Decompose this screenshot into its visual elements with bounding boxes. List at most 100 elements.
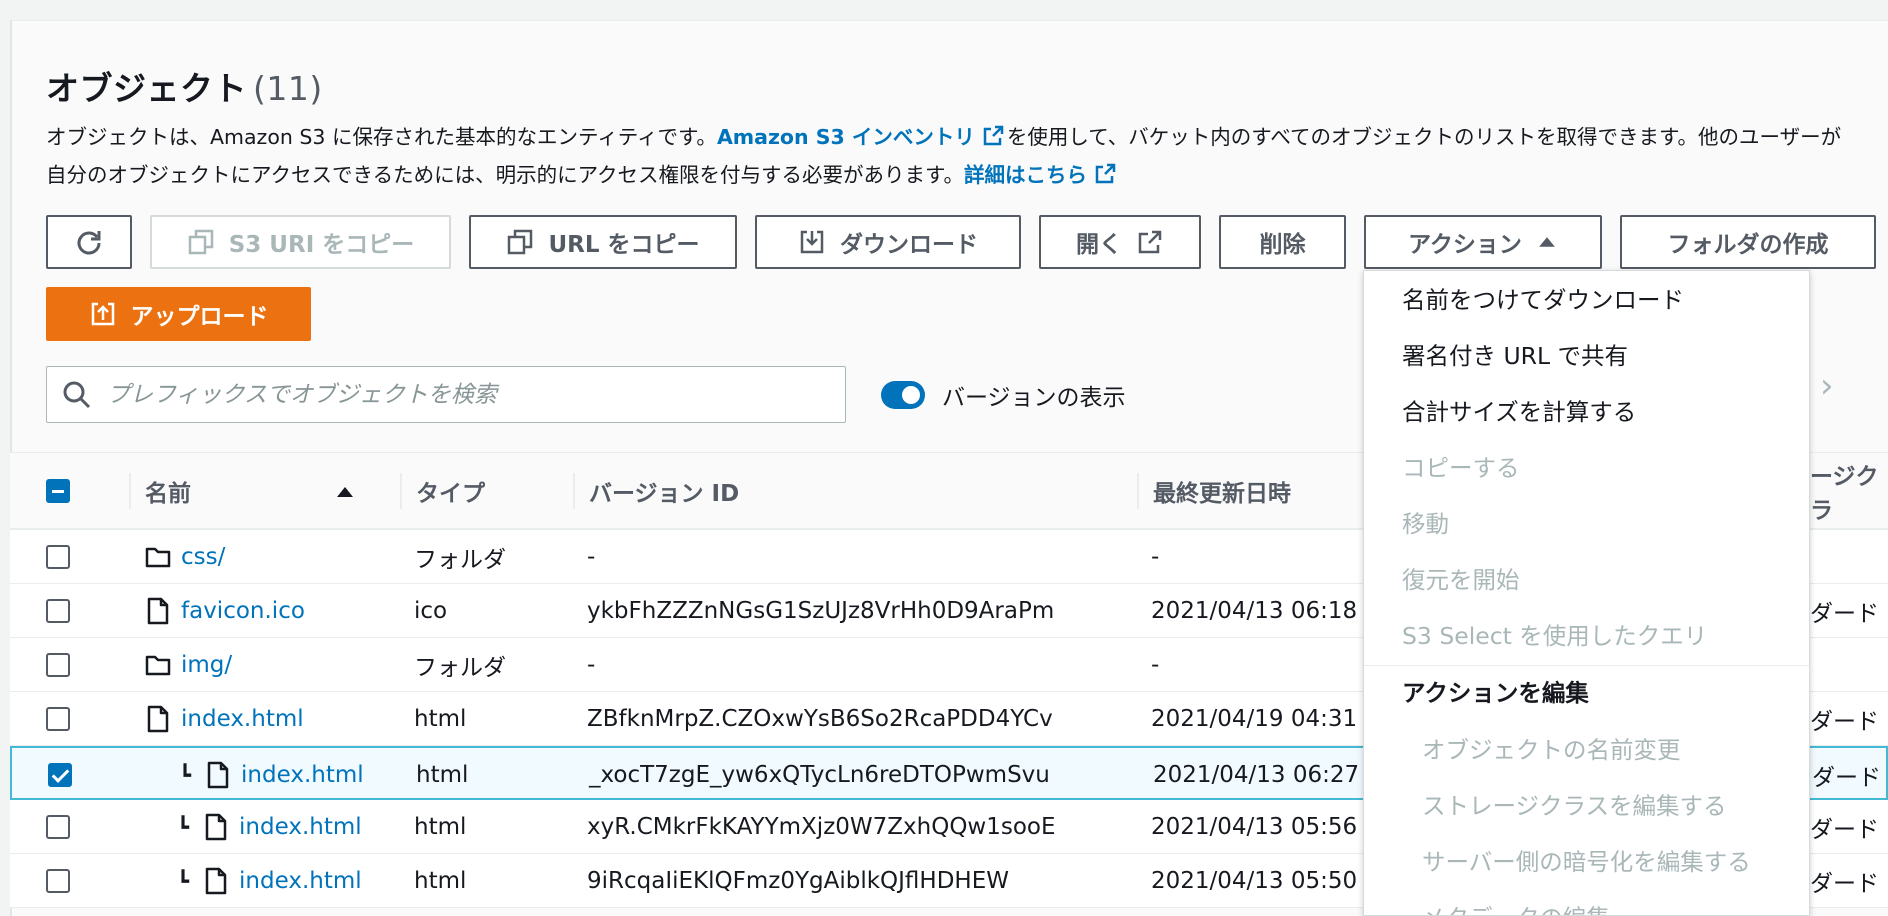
column-name-label: 名前 <box>145 481 191 507</box>
menu-item[interactable]: S3 Select を使用したクエリ <box>1402 617 1707 651</box>
download-icon <box>800 230 824 254</box>
upload-label: アップロード <box>130 304 269 330</box>
delete-label: 削除 <box>1259 232 1306 258</box>
object-type: ico <box>414 598 448 624</box>
refresh-button[interactable] <box>46 215 132 269</box>
object-storage-class: ダード <box>1812 765 1881 791</box>
caret-up-icon <box>1539 237 1555 247</box>
page-title: オブジェクト (11) <box>46 62 323 110</box>
file-icon <box>147 705 169 733</box>
copy-url-button[interactable]: URL をコピー <box>469 215 737 269</box>
column-header-type[interactable]: タイプ <box>400 453 485 529</box>
sort-ascending-icon <box>337 487 353 497</box>
object-storage-class: ダード <box>1810 601 1879 627</box>
create-folder-label: フォルダの作成 <box>1667 232 1829 258</box>
delete-button[interactable]: 削除 <box>1219 215 1346 269</box>
copy-s3-uri-button[interactable]: S3 URI をコピー <box>150 215 451 269</box>
object-version-id: ykbFhZZZnNGsG1SzUJz8VrHh0D9AraPm <box>587 598 1055 624</box>
row-checkbox[interactable] <box>46 599 70 623</box>
description-text-1: オブジェクトは、Amazon S3 に保存された基本的なエンティティです。 <box>46 125 717 149</box>
folder-icon <box>145 547 171 568</box>
menu-item[interactable]: 名前をつけてダウンロード <box>1402 281 1684 315</box>
menu-item[interactable]: 署名付き URL で共有 <box>1402 337 1628 371</box>
actions-menu: 名前をつけてダウンロード 署名付き URL で共有 合計サイズを計算する コピーする移… <box>1363 270 1810 916</box>
select-all-checkbox[interactable] <box>46 479 70 503</box>
menu-divider <box>1364 665 1809 666</box>
details-link[interactable]: 詳細はこちら <box>964 163 1087 187</box>
description-text-3: 自分のオブジェクトにアクセスできるためには、明示的にアクセス権限を付与する必要が… <box>46 163 964 187</box>
refresh-icon <box>77 231 101 255</box>
search-input[interactable] <box>107 381 787 408</box>
object-version-id: - <box>587 652 596 678</box>
open-button[interactable]: 開く <box>1039 215 1201 269</box>
menu-item[interactable]: サーバー側の暗号化を編集する <box>1422 843 1751 877</box>
object-last-modified: 2021/04/13 06:27 <box>1153 762 1360 788</box>
search-box <box>46 366 846 423</box>
title-text: オブジェクト <box>46 69 247 108</box>
row-checkbox[interactable] <box>46 815 70 839</box>
column-header-storage-class[interactable]: ージクラ <box>1810 453 1888 529</box>
copy-icon <box>188 229 213 255</box>
versions-toggle[interactable] <box>881 381 925 409</box>
copy-url-label: URL をコピー <box>548 232 700 258</box>
object-type: html <box>414 868 467 894</box>
column-header-last-modified[interactable]: 最終更新日時 <box>1137 453 1291 529</box>
inventory-link[interactable]: Amazon S3 インベントリ <box>717 125 975 149</box>
column-header-name[interactable]: 名前 <box>129 453 355 529</box>
object-name-link[interactable]: css/ <box>181 544 225 570</box>
download-button[interactable]: ダウンロード <box>755 215 1021 269</box>
object-last-modified: 2021/04/13 05:56 <box>1151 814 1358 840</box>
external-link-icon <box>1138 230 1162 254</box>
column-version-label: バージョン ID <box>589 481 740 507</box>
copy-icon <box>508 229 533 255</box>
row-checkbox[interactable] <box>46 869 70 893</box>
row-checkbox[interactable] <box>46 545 70 569</box>
row-checkbox[interactable] <box>48 763 72 787</box>
external-link-icon <box>1095 163 1116 184</box>
row-checkbox[interactable] <box>46 653 70 677</box>
search-icon <box>63 381 91 408</box>
object-name-link[interactable]: index.html <box>181 706 304 732</box>
column-modified-label: 最終更新日時 <box>1153 481 1291 507</box>
object-name-link[interactable]: index.html <box>239 868 362 894</box>
menu-item[interactable]: コピーする <box>1402 449 1520 483</box>
create-folder-button[interactable]: フォルダの作成 <box>1620 215 1876 269</box>
object-name-link[interactable]: favicon.ico <box>181 598 305 624</box>
object-type: html <box>414 706 467 732</box>
version-child-icon: ┗ <box>177 869 190 893</box>
menu-item[interactable]: オブジェクトの名前変更 <box>1422 731 1681 765</box>
copy-s3-uri-label: S3 URI をコピー <box>228 232 415 258</box>
actions-label: アクション <box>1408 232 1522 258</box>
download-label: ダウンロード <box>840 232 978 258</box>
select-all-cell <box>46 453 70 529</box>
row-checkbox[interactable] <box>46 707 70 731</box>
chevron-right-icon[interactable]: › <box>1820 366 1834 406</box>
object-name-link[interactable]: index.html <box>239 814 362 840</box>
open-label: 開く <box>1076 232 1122 258</box>
versions-toggle-label: バージョンの表示 <box>942 385 1126 411</box>
column-header-version-id[interactable]: バージョン ID <box>572 453 740 529</box>
file-icon <box>205 813 227 841</box>
object-version-id: 9iRcqaIiEKlQFmz0YgAiblkQJflHDHEW <box>587 868 1009 894</box>
version-child-icon: ┗ <box>179 763 192 787</box>
object-name-link[interactable]: img/ <box>181 652 232 678</box>
object-storage-class: ダード <box>1810 709 1879 735</box>
object-version-id: _xocT7zgE_yw6xQTycLn6reDTOPwmSvu <box>589 762 1050 788</box>
menu-section-header: アクションを編集 <box>1402 679 1589 707</box>
menu-item[interactable]: 移動 <box>1402 505 1449 539</box>
actions-dropdown-button[interactable]: アクション <box>1364 215 1602 269</box>
object-last-modified: 2021/04/19 04:31 <box>1151 706 1358 732</box>
object-version-id: - <box>587 544 596 570</box>
menu-item[interactable]: 復元を開始 <box>1402 561 1520 595</box>
object-storage-class: ダード <box>1810 871 1879 897</box>
file-icon <box>205 867 227 895</box>
column-storage-label: ージクラ <box>1810 464 1879 524</box>
external-link-icon <box>983 125 1004 146</box>
upload-button[interactable]: アップロード <box>46 287 311 341</box>
object-name-link[interactable]: index.html <box>241 762 364 788</box>
file-icon <box>147 597 169 625</box>
menu-item[interactable]: 合計サイズを計算する <box>1402 393 1636 427</box>
menu-item[interactable]: メタデータの編集 <box>1422 899 1610 915</box>
menu-item[interactable]: ストレージクラスを編集する <box>1422 787 1727 821</box>
object-type: html <box>416 762 469 788</box>
